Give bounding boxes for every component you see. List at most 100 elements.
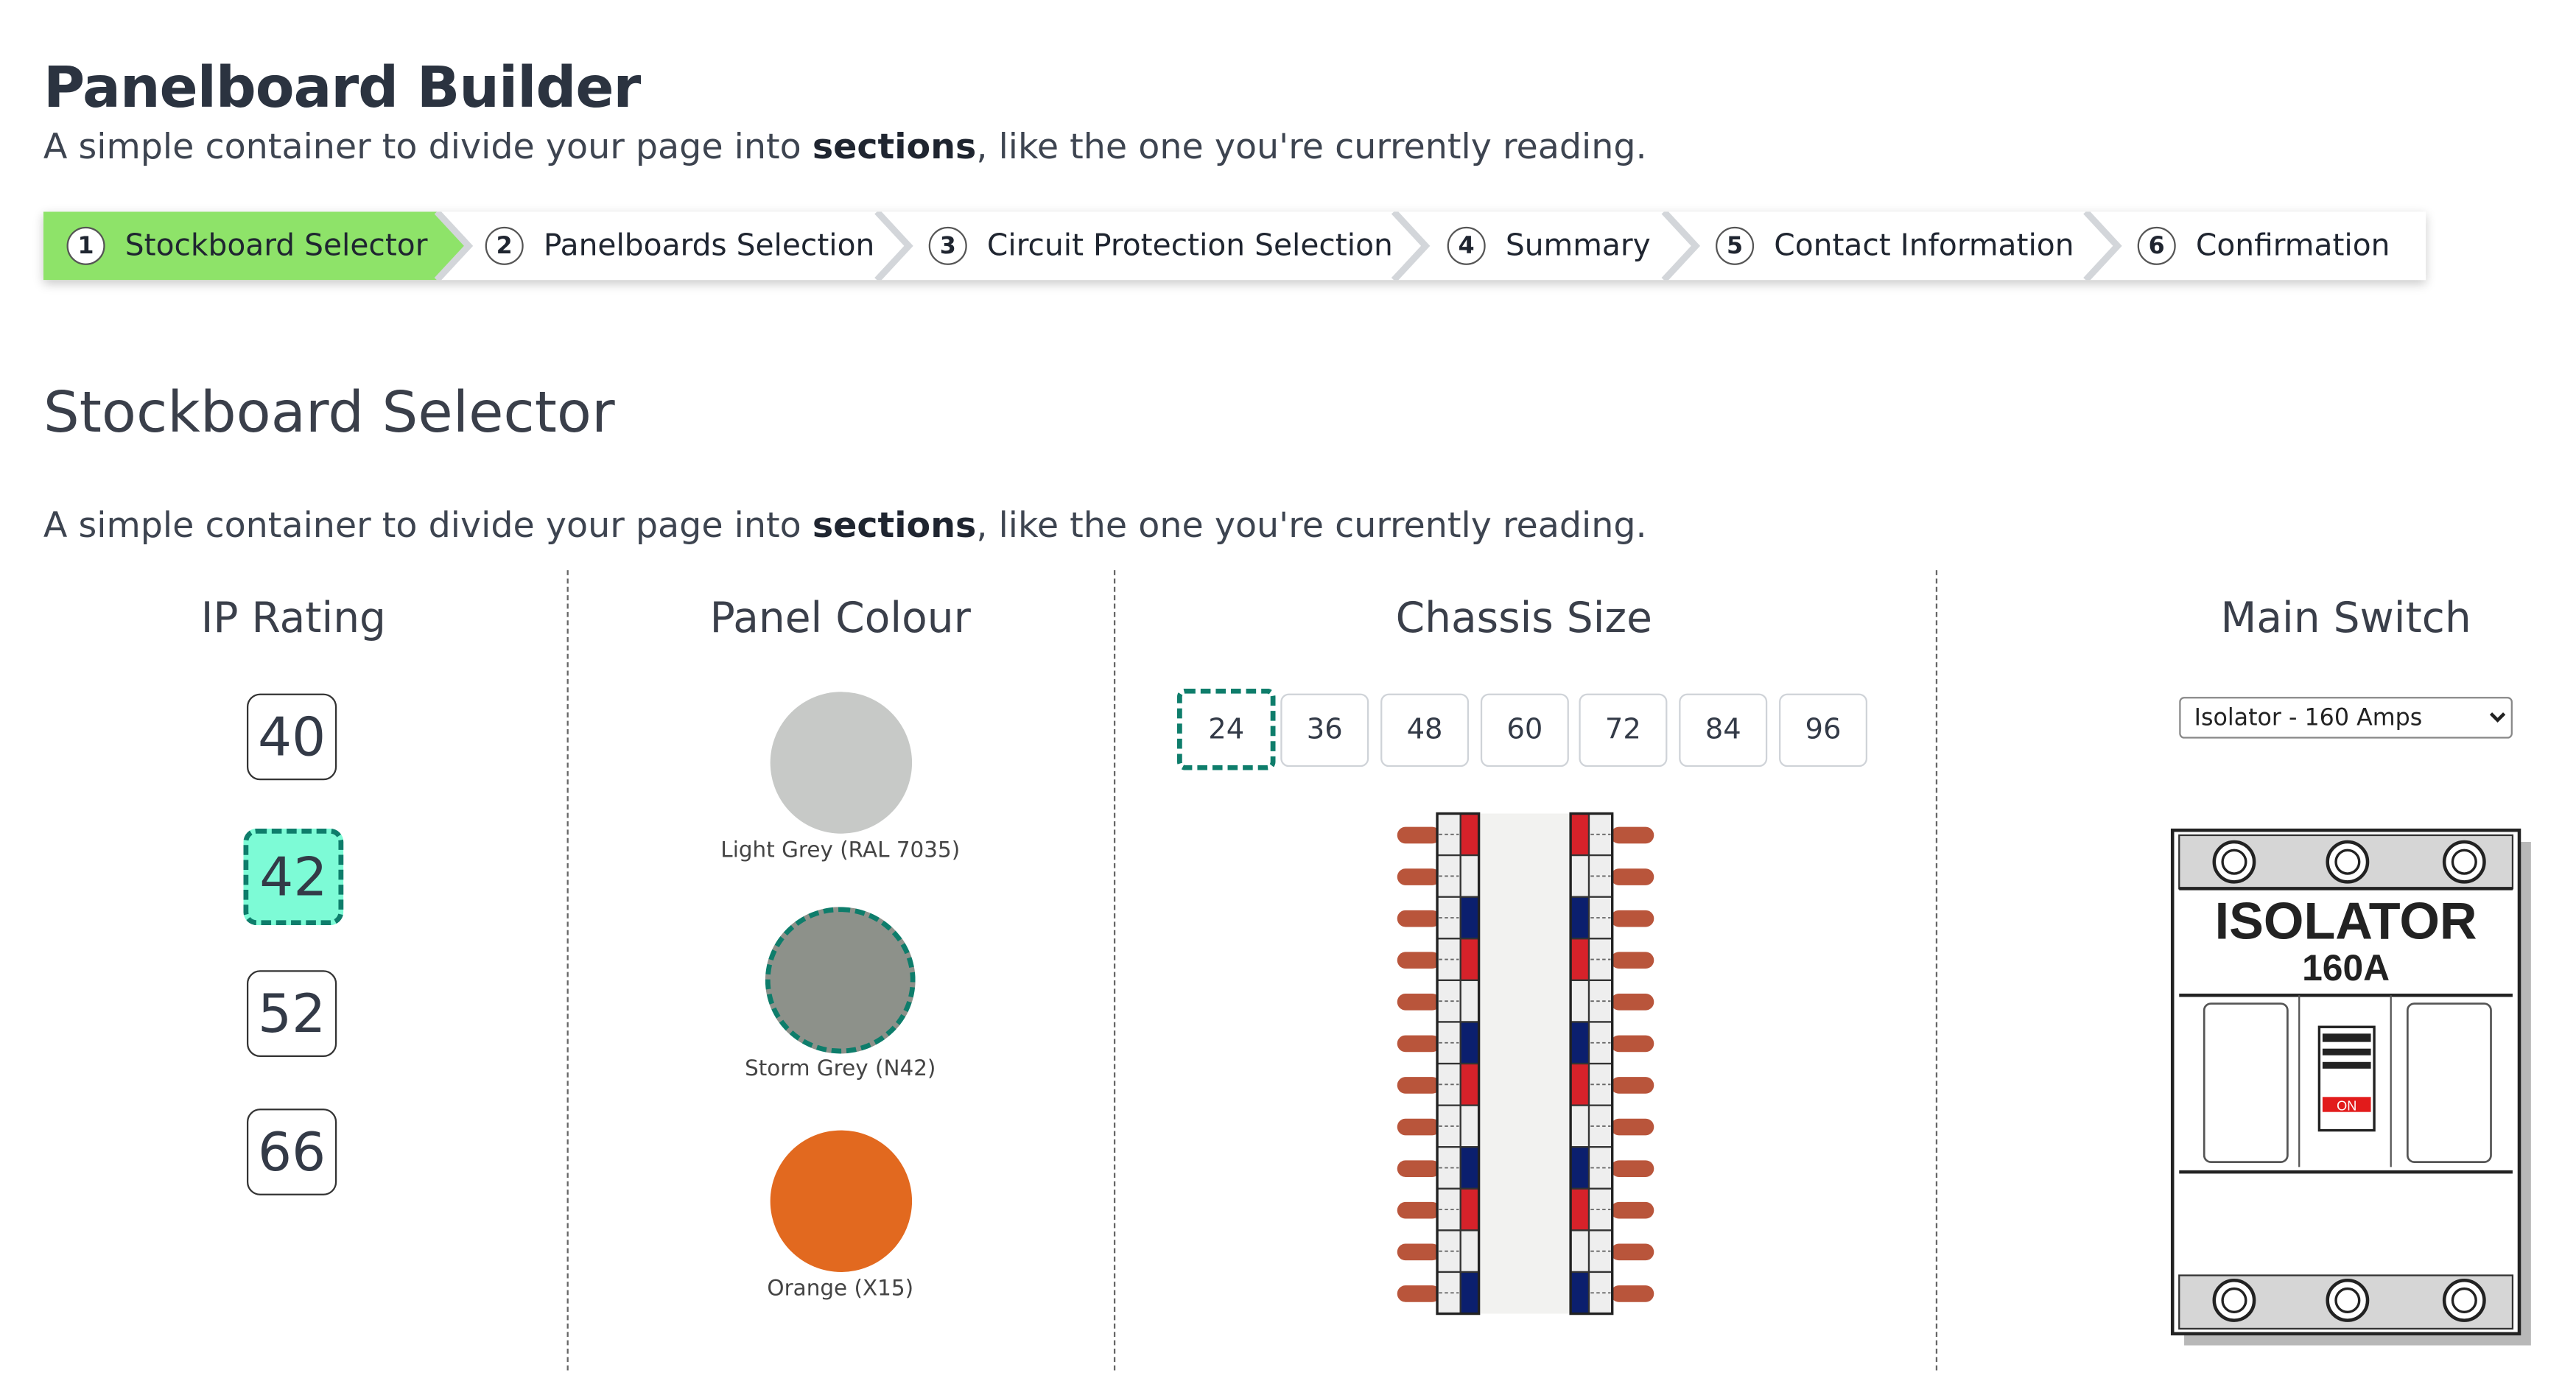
phase-cell [1459, 938, 1480, 982]
ip-rating-title: IP Rating [200, 593, 386, 642]
step-label: Circuit Protection Selection [986, 228, 1393, 264]
terminal [1397, 993, 1441, 1011]
step-label: Summary [1505, 228, 1651, 264]
ip-rating-option-66[interactable]: 66 [246, 1109, 337, 1195]
swatch-light-grey[interactable] [770, 692, 913, 834]
terminal [1610, 826, 1654, 844]
phase-cell [1569, 1104, 1590, 1148]
terminal [1397, 826, 1441, 844]
chassis-option-84[interactable]: 84 [1679, 693, 1768, 767]
ip-rating-option-40[interactable]: 40 [246, 693, 337, 781]
chassis-option-48[interactable]: 48 [1380, 693, 1470, 767]
phase-cell [1569, 896, 1590, 940]
terminal [1610, 1160, 1654, 1177]
swatch-label: Storm Grey (N42) [745, 1056, 936, 1082]
column-divider [1935, 570, 1938, 1371]
step-label: Contact Information [1774, 228, 2074, 264]
step-stockboard-selector[interactable]: 1 Stockboard Selector [66, 211, 428, 280]
phase-cell [1569, 854, 1590, 898]
chassis-option-24[interactable]: 24 [1176, 688, 1276, 770]
chassis-option-60[interactable]: 60 [1480, 693, 1569, 767]
chassis-backplate [1480, 813, 1571, 1314]
terminal [1610, 952, 1654, 969]
phase-cell [1459, 1104, 1480, 1148]
swatch-orange[interactable] [770, 1130, 913, 1272]
swatch-storm-grey[interactable] [765, 907, 916, 1054]
page-title: Panelboard Builder [43, 55, 642, 122]
chassis-size-title: Chassis Size [1395, 593, 1652, 642]
chassis-option-96[interactable]: 96 [1779, 693, 1868, 767]
step-number: 6 [2137, 226, 2176, 265]
step-summary[interactable]: 4 Summary [1447, 211, 1651, 280]
phase-cell [1459, 896, 1480, 940]
terminal [1397, 1118, 1441, 1136]
terminal [1397, 952, 1441, 969]
terminal [1610, 1077, 1654, 1094]
step-number: 5 [1716, 226, 1755, 265]
swatch-label: Orange (X15) [767, 1276, 914, 1302]
step-label: Panelboards Selection [543, 228, 875, 264]
step-number: 2 [485, 226, 524, 265]
terminal [1610, 868, 1654, 885]
terminal [1397, 1077, 1441, 1094]
terminal [1610, 910, 1654, 927]
phase-cell [1569, 1062, 1590, 1106]
step-number: 4 [1447, 226, 1486, 265]
phase-cell [1569, 1021, 1590, 1065]
phase-cell [1459, 979, 1480, 1023]
ip-rating-option-52[interactable]: 52 [246, 970, 337, 1057]
swatch-label: Light Grey (RAL 7035) [720, 838, 961, 864]
phase-cell [1459, 1146, 1480, 1190]
step-panelboards-selection[interactable]: 2 Panelboards Selection [485, 211, 875, 280]
main-switch-select[interactable]: Isolator - 160 Amps [2179, 697, 2513, 739]
phase-cell [1569, 1146, 1590, 1190]
terminal [1610, 993, 1654, 1011]
phase-cell [1569, 1229, 1590, 1274]
main-switch-title: Main Switch [2220, 593, 2471, 642]
terminal [1397, 1285, 1441, 1302]
phase-cell [1459, 1062, 1480, 1106]
phase-cell [1459, 1229, 1480, 1274]
terminal [1610, 1118, 1654, 1136]
ip-rating-option-42[interactable]: 42 [243, 828, 344, 926]
phase-cell [1459, 1187, 1480, 1232]
terminal [1397, 1035, 1441, 1053]
chassis-diagram [1397, 812, 1654, 1315]
chassis-option-72[interactable]: 72 [1579, 693, 1668, 767]
phase-cell [1569, 1271, 1590, 1315]
phase-cell [1569, 812, 1590, 857]
chassis-option-36[interactable]: 36 [1280, 693, 1369, 767]
terminal [1610, 1201, 1654, 1219]
step-circuit-protection-selection[interactable]: 3 Circuit Protection Selection [928, 211, 1393, 280]
phase-cell [1459, 1271, 1480, 1315]
terminal [1397, 910, 1441, 927]
step-label: Stockboard Selector [124, 228, 428, 264]
terminal [1397, 1201, 1441, 1219]
phase-cell [1459, 854, 1480, 898]
isolator-graphic: ISOLATOR 160A ON [2170, 828, 2531, 1346]
page-subtitle: A simple container to divide your page i… [43, 127, 1647, 167]
section-title: Stockboard Selector [43, 380, 615, 447]
phase-cell [1569, 938, 1590, 982]
section-description: A simple container to divide your page i… [43, 505, 1647, 546]
step-number: 1 [66, 226, 105, 265]
terminal [1397, 1243, 1441, 1261]
stepper: 1 Stockboard Selector 2 Panelboards Select… [43, 211, 2426, 281]
step-contact-information[interactable]: 5 Contact Information [1716, 211, 2074, 280]
step-confirmation[interactable]: 6 Confirmation [2137, 211, 2390, 280]
phase-cell [1459, 812, 1480, 857]
phase-cell [1569, 979, 1590, 1023]
phase-cell [1569, 1187, 1590, 1232]
step-number: 3 [928, 226, 967, 265]
terminal [1610, 1285, 1654, 1302]
column-divider [566, 570, 569, 1371]
column-divider [1113, 570, 1116, 1371]
terminal [1397, 868, 1441, 885]
terminal [1610, 1035, 1654, 1053]
panel-colour-title: Panel Colour [709, 593, 971, 642]
switch-state-text: ON [2337, 1098, 2356, 1113]
phase-cell [1459, 1021, 1480, 1065]
isolator-rating-text: 160A [2302, 947, 2390, 988]
terminal [1610, 1243, 1654, 1261]
step-label: Confirmation [2195, 228, 2390, 264]
